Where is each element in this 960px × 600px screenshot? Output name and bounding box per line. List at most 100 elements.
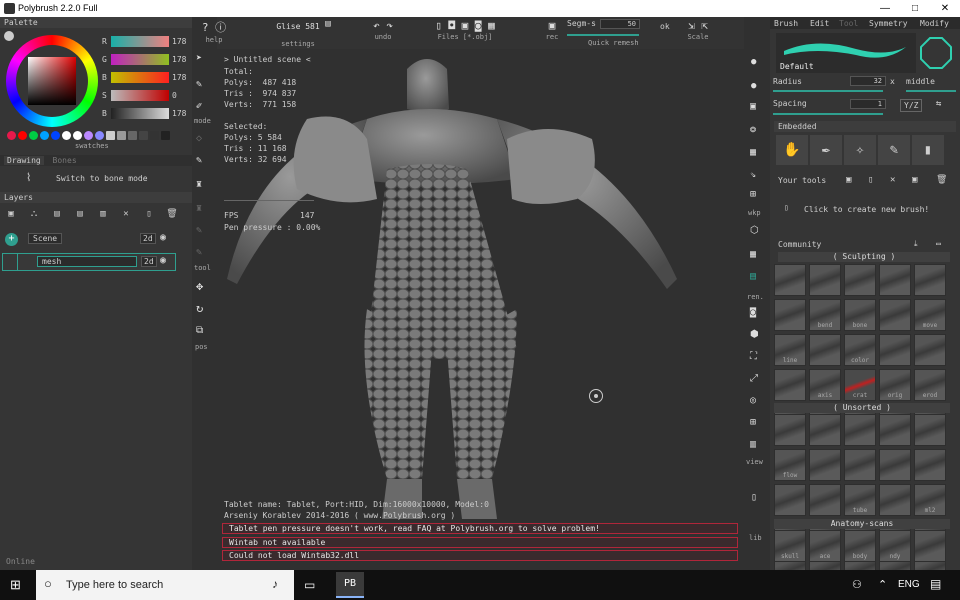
remove-icon[interactable]: ✕ xyxy=(117,205,135,223)
swatch[interactable] xyxy=(73,131,82,140)
camera-icon[interactable]: ▦ xyxy=(750,147,756,158)
brush-icon[interactable]: ✐ xyxy=(196,101,202,112)
channel-slider[interactable] xyxy=(111,72,169,83)
rec-button[interactable]: ▣ rec xyxy=(540,19,564,46)
add-icon[interactable]: + xyxy=(5,233,18,246)
draw-tool-icon[interactable]: ✎ xyxy=(196,155,202,166)
target-icon[interactable]: ◎ xyxy=(750,395,756,406)
brush-preset[interactable] xyxy=(809,484,841,516)
brush-preset[interactable] xyxy=(809,334,841,366)
brush-preset[interactable]: axis xyxy=(809,369,841,401)
trash-icon[interactable]: 🗑 xyxy=(163,205,181,223)
duplicate-layer-icon[interactable]: ▣ xyxy=(2,205,20,223)
brush-preset[interactable]: ndy xyxy=(879,530,911,562)
brush-preset[interactable] xyxy=(774,369,806,401)
brush-preset[interactable] xyxy=(914,334,946,366)
brush-preset[interactable] xyxy=(914,414,946,446)
brush-preset[interactable] xyxy=(809,414,841,446)
polybrush-taskbar-app[interactable]: PB xyxy=(336,572,364,598)
grid-icon[interactable]: ▦ xyxy=(750,249,756,260)
swatch[interactable] xyxy=(139,131,148,140)
radius-slider[interactable] xyxy=(773,90,883,92)
segms-input[interactable]: 50 xyxy=(600,19,640,29)
brush-preset[interactable] xyxy=(844,414,876,446)
smudge-icon[interactable]: ♜ xyxy=(196,203,202,214)
channel-row[interactable]: S0 xyxy=(100,88,190,102)
tab-edit[interactable]: Edit xyxy=(810,19,829,28)
copy-icon[interactable]: ▣ xyxy=(912,175,917,185)
fit-icon[interactable]: ⛶ xyxy=(750,351,757,362)
brush-preset[interactable] xyxy=(844,264,876,296)
color-square[interactable] xyxy=(28,57,76,105)
brush-preset[interactable] xyxy=(774,414,806,446)
settings-button[interactable]: Glise 581 settings xyxy=(238,19,358,48)
view-down-icon[interactable]: ⇘ xyxy=(750,169,756,180)
library-toggle-icon[interactable]: ▯ xyxy=(751,492,757,503)
brush-preset[interactable]: crat xyxy=(844,369,876,401)
brush-preset[interactable] xyxy=(879,264,911,296)
yz-button[interactable]: Y/Z xyxy=(900,99,923,112)
channel-row[interactable]: B 178 xyxy=(100,106,190,120)
paint-brush-icon[interactable]: ✎ xyxy=(196,79,202,90)
brush-preset[interactable] xyxy=(914,264,946,296)
create-new-brush-button[interactable]: ▯ Click to create new brush! xyxy=(784,203,954,217)
swatch[interactable] xyxy=(106,131,115,140)
brush-preset[interactable]: ace xyxy=(809,530,841,562)
segms-slider[interactable] xyxy=(567,34,639,36)
layout-icon[interactable]: ⊞ xyxy=(750,417,756,428)
swatch[interactable] xyxy=(150,131,159,140)
rotate-icon[interactable]: ↻ xyxy=(196,301,203,315)
spray-icon[interactable]: ✧ xyxy=(844,135,876,165)
swatch[interactable] xyxy=(40,131,49,140)
color-wheel[interactable] xyxy=(6,35,98,127)
brush-preset[interactable]: move xyxy=(914,299,946,331)
taskbar-search[interactable]: ○ Type here to search ♪ xyxy=(36,570,294,600)
ortho-icon[interactable]: ⊞ xyxy=(750,189,756,200)
swatch[interactable] xyxy=(7,131,16,140)
download-icon[interactable]: ⤓ xyxy=(914,239,918,249)
task-view-icon[interactable]: ▭ xyxy=(304,578,315,592)
scale-button[interactable]: ⇲ ⇱ Scale xyxy=(680,19,716,46)
minimize-button[interactable]: — xyxy=(870,0,900,17)
middle-slider[interactable] xyxy=(906,90,956,92)
brush-preset[interactable]: skull xyxy=(774,530,806,562)
close-button[interactable]: ✕ xyxy=(930,0,960,17)
brush-preset[interactable] xyxy=(809,449,841,481)
transform-icon[interactable]: ◇ xyxy=(196,133,202,144)
channel-slider[interactable] xyxy=(111,108,169,119)
hierarchy-icon[interactable]: ⛬ xyxy=(25,205,43,223)
flatten-icon[interactable]: ▥ xyxy=(94,205,112,223)
save-icon[interactable]: ▣ xyxy=(846,175,851,185)
layer-2d-badge[interactable]: 2d xyxy=(140,233,156,244)
quick-remesh-label[interactable]: Quick remesh xyxy=(588,39,639,47)
frame-icon[interactable]: ▣ xyxy=(750,101,756,112)
eye-icon[interactable]: ◉ xyxy=(160,232,166,243)
brush-preset[interactable] xyxy=(879,414,911,446)
layer-row-scene[interactable]: + Scene 2d ◉ xyxy=(2,231,176,247)
wireframe-icon[interactable]: ▤ xyxy=(750,271,756,282)
brush-preset[interactable] xyxy=(879,484,911,516)
viewport[interactable] xyxy=(217,49,744,570)
new-icon[interactable]: ▯ xyxy=(868,175,873,185)
tray-chevron-icon[interactable]: ⌃ xyxy=(878,578,887,591)
notifications-icon[interactable]: ▤ xyxy=(930,577,941,591)
layer-name[interactable]: Scene xyxy=(28,233,63,244)
sphere-icon[interactable]: ● xyxy=(751,57,756,67)
brush-preset[interactable] xyxy=(774,299,806,331)
brush-preset[interactable]: orig xyxy=(879,369,911,401)
radius-input[interactable]: 32 xyxy=(850,76,886,86)
people-icon[interactable]: ⚇ xyxy=(852,578,862,591)
tools-icon[interactable]: ✕ xyxy=(890,175,895,185)
files-button[interactable]: ▯ ◘ ▣ ◙ ▦ Files [*.obj] xyxy=(410,19,520,46)
brush-preset[interactable]: tube xyxy=(844,484,876,516)
sliders-icon[interactable]: ⇆ xyxy=(936,99,941,109)
merge-down-icon[interactable]: ▤ xyxy=(71,205,89,223)
tab-tool[interactable]: Tool xyxy=(839,19,858,28)
brush-preset[interactable] xyxy=(879,449,911,481)
channel-slider[interactable] xyxy=(111,36,169,47)
select-arrow-icon[interactable]: ➤ xyxy=(196,53,202,64)
tab-drawing[interactable]: Drawing xyxy=(4,156,44,165)
tab-brush[interactable]: Brush xyxy=(774,19,798,28)
brush-preset[interactable]: line xyxy=(774,334,806,366)
fill-icon[interactable]: ♜ xyxy=(196,179,202,190)
